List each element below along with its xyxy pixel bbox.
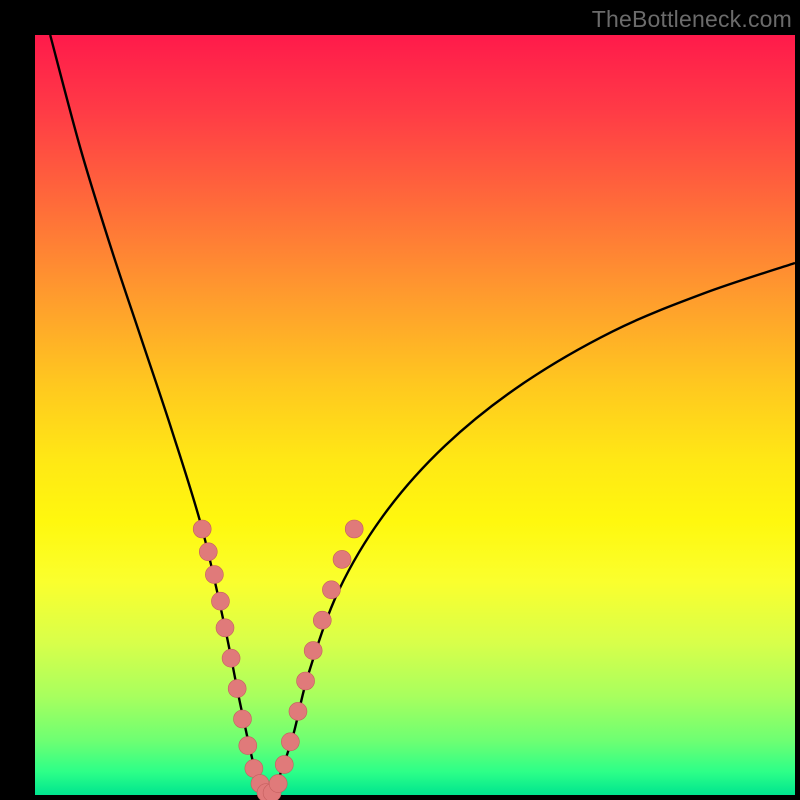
data-marker [205, 566, 223, 584]
data-marker [275, 756, 293, 774]
data-marker [313, 611, 331, 629]
data-marker [333, 550, 351, 568]
data-marker [289, 702, 307, 720]
curve-group [50, 35, 795, 797]
data-marker [239, 737, 257, 755]
data-marker [222, 649, 240, 667]
data-marker [269, 775, 287, 793]
data-marker [322, 581, 340, 599]
data-marker [297, 672, 315, 690]
data-marker [193, 520, 211, 538]
marker-group [193, 520, 363, 800]
data-marker [233, 710, 251, 728]
data-marker [211, 592, 229, 610]
outer-frame: TheBottleneck.com [0, 0, 800, 800]
data-marker [216, 619, 234, 637]
bottleneck-curve [50, 35, 795, 797]
watermark-text: TheBottleneck.com [592, 6, 792, 33]
data-marker [281, 733, 299, 751]
data-marker [228, 680, 246, 698]
chart-svg [35, 35, 795, 795]
plot-area [35, 35, 795, 795]
data-marker [345, 520, 363, 538]
data-marker [199, 543, 217, 561]
data-marker [304, 642, 322, 660]
